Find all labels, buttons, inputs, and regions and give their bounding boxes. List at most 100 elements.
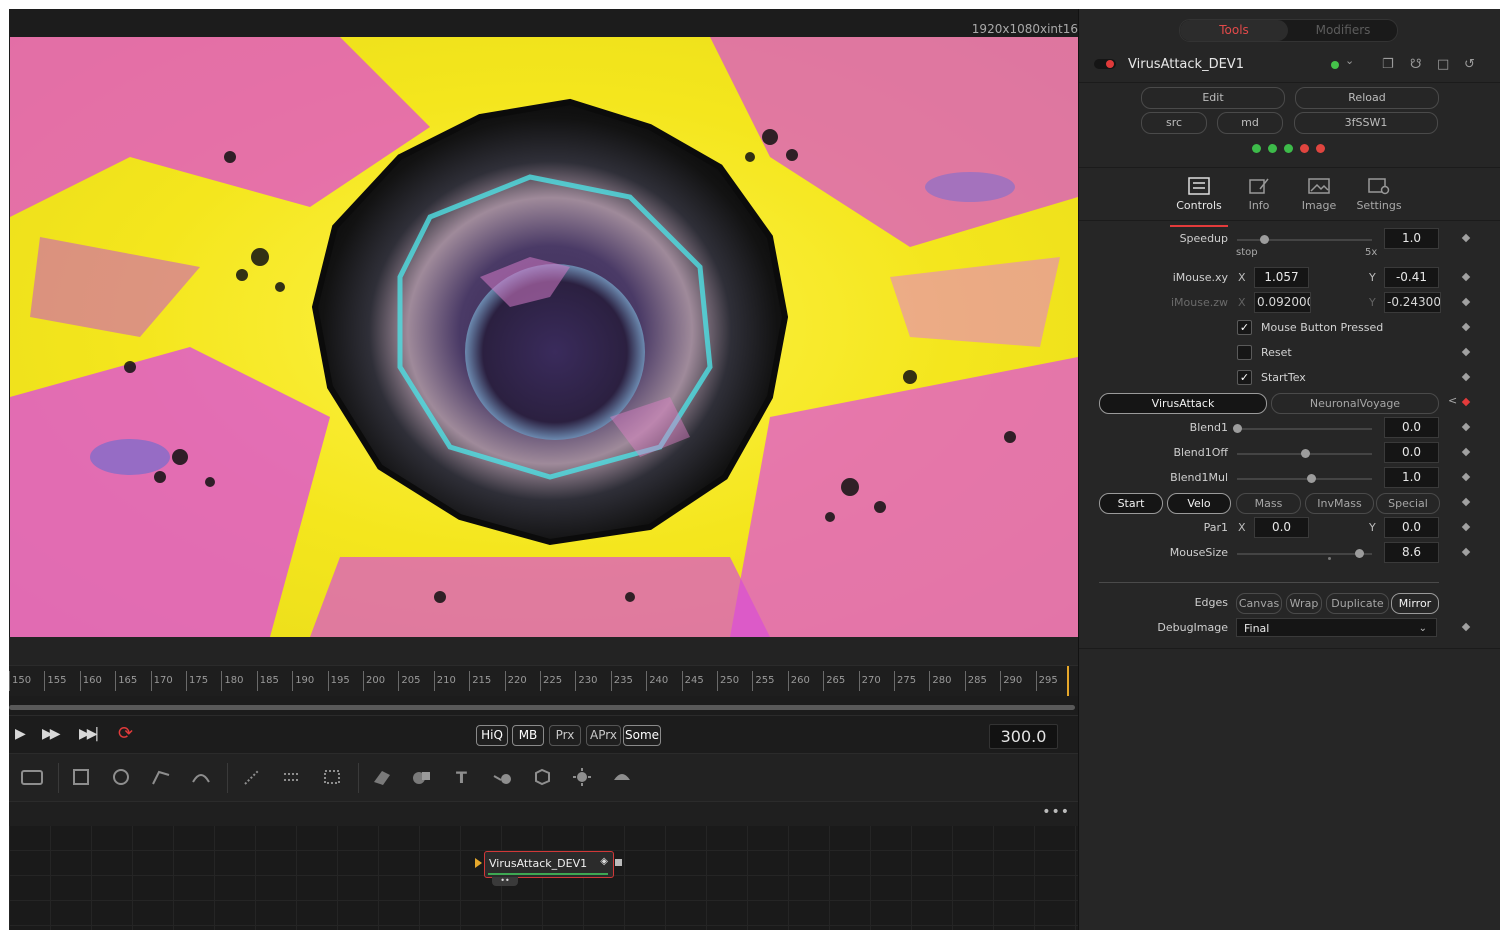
keyframe-icon[interactable] <box>1461 347 1471 357</box>
keyframe-icon[interactable] <box>1461 472 1471 482</box>
mousesize-value[interactable]: 8.6 <box>1384 542 1439 563</box>
keyframe-icon[interactable] <box>1461 233 1471 243</box>
par1-y-field[interactable]: 0.0 <box>1384 517 1439 538</box>
keyframe-icon[interactable] <box>1461 622 1471 632</box>
keyframe-icon[interactable] <box>1461 272 1471 282</box>
neuronalvoyage-option[interactable]: NeuronalVoyage <box>1271 393 1439 414</box>
starttex-checkbox[interactable]: ✓ <box>1237 370 1252 385</box>
mouse-button-pressed-checkbox[interactable]: ✓ <box>1237 320 1252 335</box>
velo-option[interactable]: Velo <box>1167 493 1231 514</box>
shadertoy-id-button[interactable]: 3fSSW1 <box>1294 112 1438 134</box>
rectangle-mask-icon[interactable] <box>70 766 92 788</box>
shape-3d-icon[interactable] <box>411 766 433 788</box>
special-option[interactable]: Special <box>1376 493 1440 514</box>
keyframe-icon[interactable] <box>1461 522 1471 532</box>
keyframe-icon[interactable] <box>1461 422 1471 432</box>
time-scrubber[interactable] <box>9 703 1075 713</box>
edges-wrap-option[interactable]: Wrap <box>1286 593 1322 614</box>
keyframe-icon[interactable] <box>1461 372 1471 382</box>
pin-icon[interactable]: ☋ <box>1410 57 1422 72</box>
virusattack-node[interactable]: VirusAttack_DEV1 ◈ <box>484 851 614 878</box>
fast-forward-icon[interactable]: ▶▶ <box>42 726 60 742</box>
text-3d-icon[interactable]: T <box>451 766 473 788</box>
debugimage-dropdown[interactable]: Final ⌄ <box>1236 618 1437 637</box>
chevron-left-icon[interactable]: < <box>1448 394 1457 407</box>
imouse-y-field[interactable]: -0.41 <box>1384 267 1439 288</box>
particle-render-icon[interactable] <box>281 766 303 788</box>
reload-button[interactable]: Reload <box>1295 87 1439 109</box>
chevron-down-icon[interactable]: ⌄ <box>1345 54 1354 67</box>
mass-option[interactable]: Mass <box>1236 493 1301 514</box>
node-input-icon[interactable] <box>475 858 482 868</box>
blend1-value[interactable]: 0.0 <box>1384 417 1439 438</box>
bspline-mask-icon[interactable] <box>190 766 212 788</box>
playhead[interactable] <box>1067 666 1069 696</box>
particle-emitter-icon[interactable] <box>241 766 263 788</box>
blend1-slider[interactable] <box>1233 424 1372 433</box>
renderer-3d-icon[interactable] <box>611 766 633 788</box>
mb-button[interactable]: MB <box>512 725 544 746</box>
imouse-z-field[interactable]: 0.092000 <box>1254 292 1311 313</box>
mousesize-slider[interactable] <box>1237 549 1372 558</box>
imouse-w-field[interactable]: -0.243000 <box>1384 292 1441 313</box>
time-ruler[interactable]: 150 155 160 165 170 175 180 185 190 195 200 205 210 2… <box>9 665 1078 696</box>
tab-controls[interactable]: Controls <box>1170 177 1228 227</box>
slider-knob[interactable] <box>1354 549 1364 558</box>
more-options-icon[interactable]: ••• <box>1042 804 1070 820</box>
keyframe-icon[interactable] <box>1461 397 1471 407</box>
start-option[interactable]: Start <box>1099 493 1163 514</box>
versions-icon[interactable]: ❐ <box>1382 57 1394 72</box>
image-plane-3d-icon[interactable] <box>371 766 393 788</box>
edges-mirror-option[interactable]: Mirror <box>1391 593 1439 614</box>
background-tool-icon[interactable] <box>19 766 45 788</box>
tab-modifiers[interactable]: Modifiers <box>1289 20 1397 41</box>
slider-knob[interactable] <box>1233 424 1242 433</box>
polygon-mask-icon[interactable] <box>150 766 172 788</box>
slider-knob[interactable] <box>1300 449 1310 458</box>
src-button[interactable]: src <box>1141 112 1207 134</box>
imouse-x-field[interactable]: 1.057 <box>1254 267 1309 288</box>
blend1mul-value[interactable]: 1.0 <box>1384 467 1439 488</box>
play-icon[interactable]: ▶ <box>15 726 26 742</box>
particle-merge-icon[interactable] <box>321 766 343 788</box>
keyframe-icon[interactable] <box>1461 447 1471 457</box>
invmass-option[interactable]: InvMass <box>1305 493 1374 514</box>
keyframe-icon[interactable] <box>1461 497 1471 507</box>
speedup-slider[interactable] <box>1237 235 1372 244</box>
slider-knob[interactable] <box>1307 474 1317 483</box>
scrub-track[interactable] <box>9 705 1075 710</box>
loop-icon[interactable]: ⟳ <box>118 723 133 744</box>
aprx-button[interactable]: APrx <box>586 725 621 746</box>
edges-duplicate-option[interactable]: Duplicate <box>1326 593 1389 614</box>
edit-button[interactable]: Edit <box>1141 87 1285 109</box>
node-output-icon[interactable] <box>615 859 622 866</box>
some-button[interactable]: Some <box>623 725 661 746</box>
slider-knob[interactable] <box>1260 235 1269 244</box>
hiq-button[interactable]: HiQ <box>476 725 508 746</box>
blend1off-slider[interactable] <box>1237 449 1372 458</box>
md-button[interactable]: md <box>1217 112 1283 134</box>
tab-tools[interactable]: Tools <box>1180 20 1288 41</box>
viewer-image[interactable] <box>10 37 1078 637</box>
prx-button[interactable]: Prx <box>549 725 581 746</box>
blend1mul-slider[interactable] <box>1237 474 1372 483</box>
reset-checkbox[interactable] <box>1237 345 1252 360</box>
camera-3d-icon[interactable] <box>531 766 553 788</box>
tab-image[interactable]: Image <box>1291 177 1347 221</box>
merge-3d-icon[interactable] <box>491 766 513 788</box>
reset-icon[interactable]: ↺ <box>1464 57 1475 72</box>
blend1off-value[interactable]: 0.0 <box>1384 442 1439 463</box>
keyframe-icon[interactable] <box>1461 297 1471 307</box>
speedup-value[interactable]: 1.0 <box>1384 228 1439 249</box>
tab-settings[interactable]: Settings <box>1351 177 1407 221</box>
tool-color-icon[interactable] <box>1331 61 1339 69</box>
ellipse-mask-icon[interactable] <box>110 766 132 788</box>
skip-to-end-icon[interactable]: ▶▶| <box>79 726 99 742</box>
node-view-icon[interactable]: ◈ <box>600 856 608 867</box>
light-3d-icon[interactable] <box>571 766 593 788</box>
keyframe-icon[interactable] <box>1461 547 1471 557</box>
tool-enable-toggle[interactable] <box>1094 59 1116 69</box>
node-editor[interactable]: VirusAttack_DEV1 ◈ •• <box>9 826 1078 930</box>
node-extra-icon[interactable]: •• <box>492 877 518 886</box>
current-frame-field[interactable]: 300.0 <box>989 724 1058 749</box>
